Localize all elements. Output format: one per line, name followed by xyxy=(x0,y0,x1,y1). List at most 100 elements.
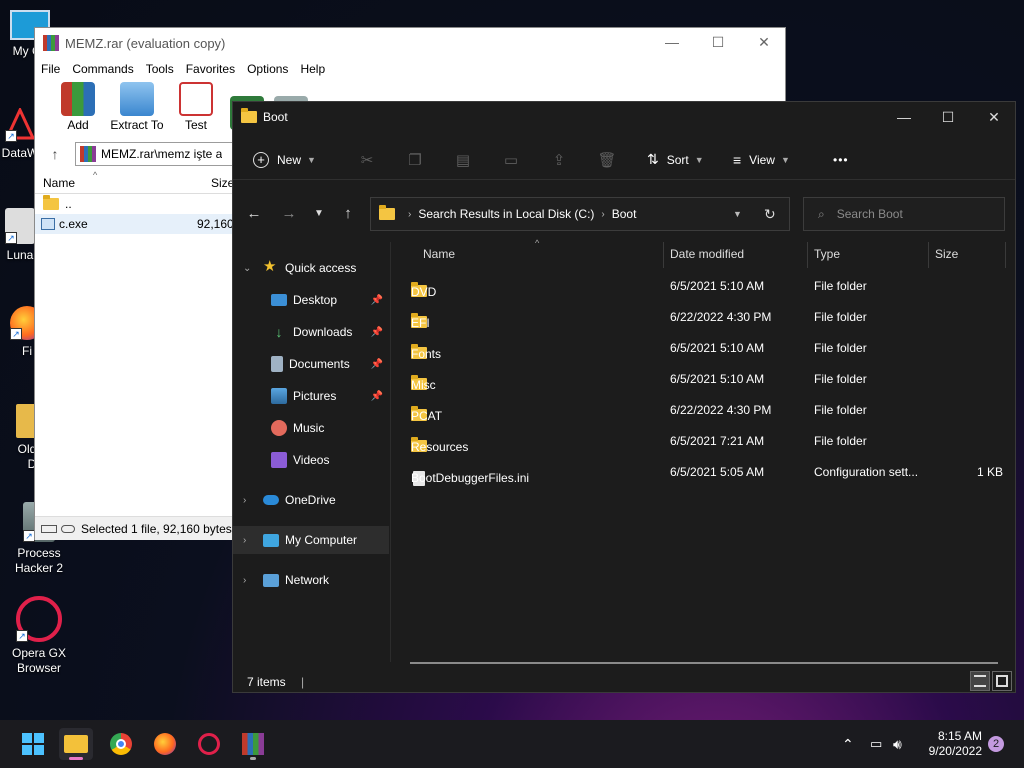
refresh-icon[interactable]: ↻ xyxy=(764,206,776,223)
test-button[interactable]: Test xyxy=(167,82,225,132)
start-button[interactable] xyxy=(16,728,50,760)
chevron-down-icon: ▼ xyxy=(307,154,316,165)
horizontal-scrollbar[interactable] xyxy=(410,662,998,664)
nav-quick-access[interactable]: ⌄ ★ Quick access xyxy=(233,254,389,282)
clock-time: 8:15 AM xyxy=(937,729,982,743)
menu-tools[interactable]: Tools xyxy=(146,62,174,76)
column-name[interactable]: Name xyxy=(43,176,75,190)
extract-to-button[interactable]: Extract To xyxy=(107,82,167,132)
column-divider[interactable] xyxy=(1005,242,1006,268)
taskbar-file-explorer[interactable] xyxy=(59,728,93,760)
back-arrow-icon[interactable]: ← xyxy=(240,197,268,231)
menu-commands[interactable]: Commands xyxy=(72,62,133,76)
taskbar-firefox[interactable] xyxy=(148,728,182,760)
file-date: 6/5/2021 5:10 AM xyxy=(670,372,765,386)
delete-icon[interactable]: 🗑 xyxy=(583,151,631,169)
explorer-close-button[interactable]: ✕ xyxy=(971,102,1017,132)
search-box[interactable]: ⌕ Search Boot xyxy=(803,197,1005,231)
clock[interactable]: 8:15 AM 9/20/2022 xyxy=(922,720,982,768)
volume-icon[interactable]: 🔊︎ xyxy=(893,720,902,768)
forward-arrow-icon[interactable]: → xyxy=(275,197,303,231)
add-button[interactable]: Add xyxy=(49,82,107,132)
show-hidden-icons-chevron[interactable]: ⌃ xyxy=(842,720,854,768)
column-size[interactable]: Size xyxy=(935,247,958,261)
menu-options[interactable]: Options xyxy=(247,62,288,76)
pin-icon: 📌 xyxy=(370,358,383,370)
cut-icon[interactable]: ✂ xyxy=(343,151,391,169)
nav-videos[interactable]: Videos xyxy=(233,446,389,474)
file-row[interactable]: PCAT 6/22/2022 4:30 PM File folder xyxy=(403,396,1007,424)
address-dropdown-icon[interactable]: ▼ xyxy=(733,209,742,219)
taskbar-winrar[interactable] xyxy=(236,728,270,760)
up-arrow-icon[interactable]: ↑ xyxy=(334,197,362,231)
plus-circle-icon: + xyxy=(253,151,269,168)
nav-my-computer[interactable]: › My Computer xyxy=(233,526,389,554)
breadcrumb-boot[interactable]: Boot xyxy=(612,207,637,221)
chevron-down-icon: ▼ xyxy=(694,154,704,165)
nav-desktop[interactable]: Desktop 📌 xyxy=(233,286,389,314)
column-divider[interactable] xyxy=(807,242,808,268)
nav-label: Quick access xyxy=(285,261,357,275)
file-row[interactable]: DVD 6/5/2021 5:10 AM File folder xyxy=(403,272,1007,300)
column-name[interactable]: Name xyxy=(423,247,455,261)
more-options-button[interactable]: ••• xyxy=(833,153,849,167)
address-bar[interactable]: › Search Results in Local Disk (C:) › Bo… xyxy=(370,197,790,231)
file-row[interactable]: Resources 6/5/2021 7:21 AM File folder xyxy=(403,427,1007,455)
view-button[interactable]: ≡ View ▼ xyxy=(733,152,827,168)
rar-archive-icon xyxy=(80,146,96,162)
desktop-icon-opera-gx[interactable]: ↗ Opera GX Browser xyxy=(0,596,78,676)
winrar-close-button[interactable]: ✕ xyxy=(741,28,787,56)
taskbar-chrome[interactable] xyxy=(104,728,138,760)
file-name: Fonts xyxy=(411,347,442,361)
column-type[interactable]: Type xyxy=(814,247,840,261)
nav-documents[interactable]: Documents 📌 xyxy=(233,350,389,378)
menu-favorites[interactable]: Favorites xyxy=(186,62,235,76)
rename-icon[interactable]: ▭ xyxy=(487,151,535,169)
column-size[interactable]: Size xyxy=(211,176,234,190)
winrar-file-row[interactable]: .. xyxy=(35,194,235,214)
winrar-menubar: File Commands Tools Favorites Options He… xyxy=(35,58,785,80)
winrar-minimize-button[interactable]: — xyxy=(649,28,695,56)
menu-file[interactable]: File xyxy=(41,62,60,76)
new-button[interactable]: + New ▼ xyxy=(253,151,343,168)
drive-icon xyxy=(41,524,57,533)
column-divider[interactable] xyxy=(663,242,664,268)
nav-onedrive[interactable]: › OneDrive xyxy=(233,486,389,514)
nav-downloads[interactable]: ↓ Downloads 📌 xyxy=(233,318,389,346)
network-icon[interactable]: ▭ xyxy=(870,720,882,768)
explorer-window[interactable]: Boot — ☐ ✕ + New ▼ ✂ ❐ ▤ ▭ ⇪ 🗑 ⇅ Sort ▼ … xyxy=(232,101,1016,693)
file-row[interactable]: BootDebuggerFiles.ini 6/5/2021 5:05 AM C… xyxy=(403,458,1007,486)
nav-pictures[interactable]: Pictures 📌 xyxy=(233,382,389,410)
file-row[interactable]: Misc 6/5/2021 5:10 AM File folder xyxy=(403,365,1007,393)
desktop-icon-label: Opera GX Browser xyxy=(11,646,67,675)
large-icons-view-button[interactable] xyxy=(992,671,1012,691)
explorer-minimize-button[interactable]: — xyxy=(881,102,927,132)
winrar-address-bar: ↑ MEMZ.rar\memz işte a xyxy=(35,138,235,170)
taskbar-opera-gx[interactable] xyxy=(192,728,226,760)
recent-locations-chevron-icon[interactable]: ▼ xyxy=(305,197,333,231)
archive-path: MEMZ.rar\memz işte a xyxy=(101,147,223,161)
breadcrumb-search-results[interactable]: Search Results in Local Disk (C:) xyxy=(418,207,594,221)
menu-help[interactable]: Help xyxy=(300,62,325,76)
sort-button[interactable]: ⇅ Sort ▼ xyxy=(647,151,733,168)
explorer-maximize-button[interactable]: ☐ xyxy=(925,102,971,132)
details-view-button[interactable] xyxy=(970,671,990,691)
notification-center-button[interactable]: 2 xyxy=(988,720,1004,768)
column-date-modified[interactable]: Date modified xyxy=(670,247,744,261)
search-icon: ⌕ xyxy=(818,206,825,221)
winrar-file-row[interactable]: c.exe 92,160 xyxy=(35,214,235,234)
column-divider[interactable] xyxy=(928,242,929,268)
winrar-icon xyxy=(242,733,264,755)
opera-gx-icon xyxy=(198,733,220,755)
copy-icon[interactable]: ❐ xyxy=(391,151,439,169)
up-arrow-icon[interactable]: ↑ xyxy=(35,146,75,162)
share-icon[interactable]: ⇪ xyxy=(535,151,583,169)
file-row[interactable]: Fonts 6/5/2021 5:10 AM File folder xyxy=(403,334,1007,362)
archive-path-field[interactable]: MEMZ.rar\memz işte a xyxy=(75,142,235,166)
nav-music[interactable]: Music xyxy=(233,414,389,442)
nav-network[interactable]: › Network xyxy=(233,566,389,594)
shortcut-arrow-icon: ↗ xyxy=(5,130,17,142)
winrar-maximize-button[interactable]: ☐ xyxy=(695,28,741,56)
file-row[interactable]: EFI 6/22/2022 4:30 PM File folder xyxy=(403,303,1007,331)
paste-icon[interactable]: ▤ xyxy=(439,151,487,169)
